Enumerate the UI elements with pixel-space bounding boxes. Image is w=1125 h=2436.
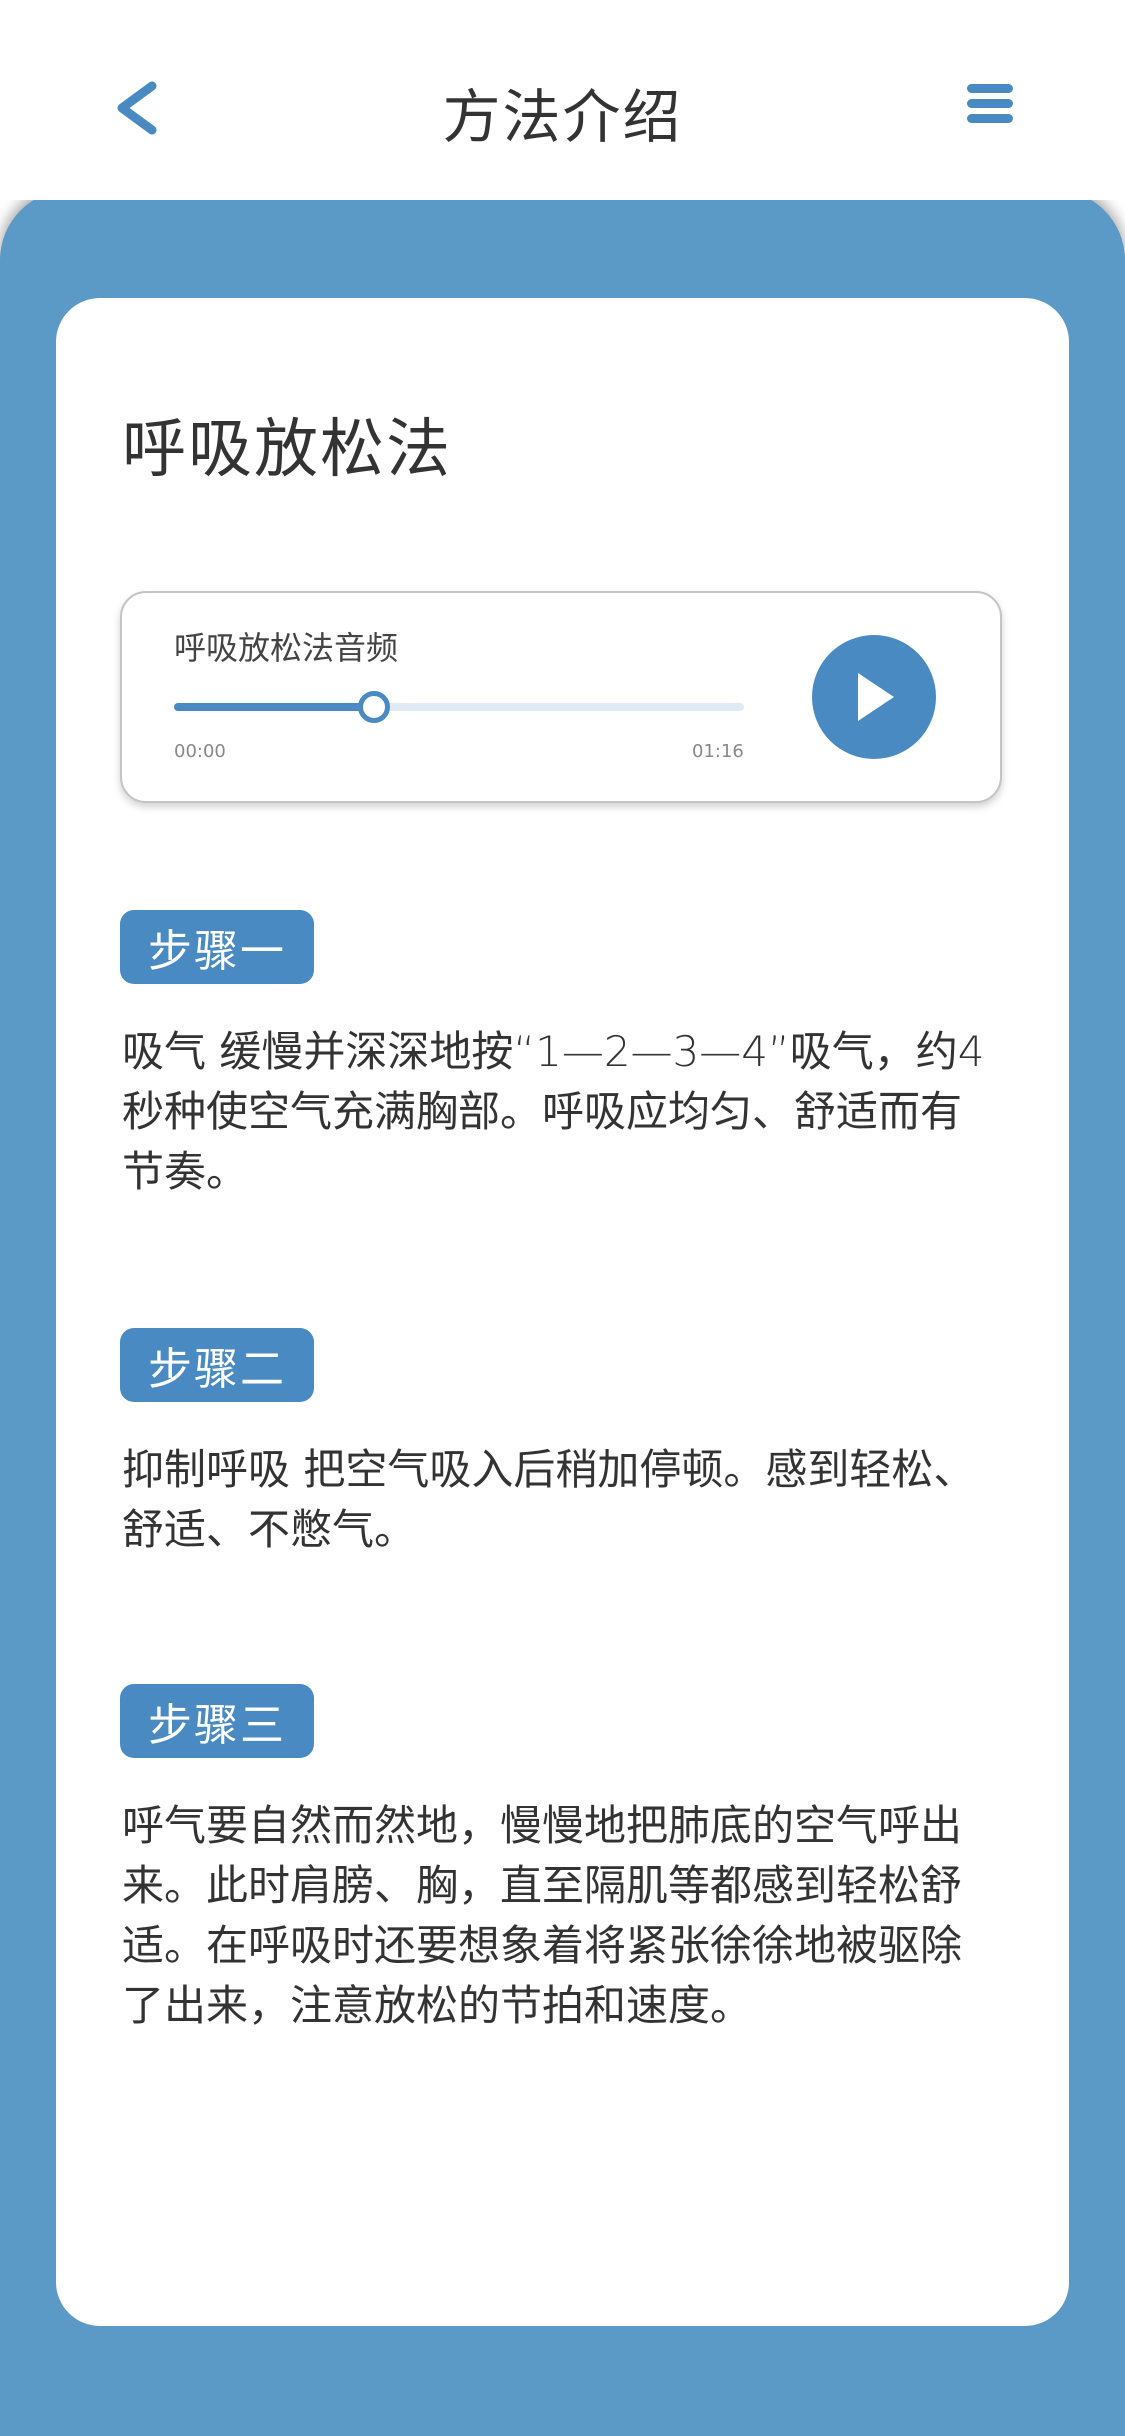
step-two-text: 抑制呼吸 把空气吸入后稍加停顿。感到轻松、舒适、不憋气。 — [122, 1445, 976, 1554]
menu-button[interactable] — [960, 78, 1020, 130]
play-icon — [858, 673, 894, 721]
play-button[interactable] — [812, 635, 936, 759]
audio-progress-track[interactable] — [174, 691, 744, 723]
step-one-text: 吸气 缓慢并深深地按“1—2—3—4”吸气，约4秒种使空气充满胸部。呼吸应均匀、… — [122, 1027, 985, 1196]
step-two-badge: 步骤二 — [120, 1328, 314, 1402]
page-title: 方法介绍 — [442, 83, 683, 151]
step-three-text: 呼气要自然而然地，慢慢地把肺底的空气呼出来。此时肩膀、胸，直至隔肌等都感到轻松舒… — [122, 1801, 963, 2030]
step-three-badge: 步骤三 — [120, 1684, 314, 1758]
header-bar: 方法介绍 — [0, 0, 1125, 200]
audio-player: 呼吸放松法音频 00:00 01:16 — [120, 591, 1002, 803]
audio-time-total: 01:16 — [692, 741, 744, 762]
step-one-badge: 步骤一 — [120, 910, 314, 984]
audio-progress-handle[interactable] — [357, 691, 390, 723]
audio-title: 呼吸放松法音频 — [174, 629, 399, 667]
method-title: 呼吸放松法 — [122, 413, 452, 487]
audio-time-elapsed: 00:00 — [174, 741, 226, 762]
audio-progress-fill — [174, 703, 374, 711]
menu-icon — [967, 84, 1013, 123]
method-card: 呼吸放松法 呼吸放松法音频 00:00 01:16 步骤一 吸气 缓慢并深深地按… — [56, 298, 1069, 2326]
